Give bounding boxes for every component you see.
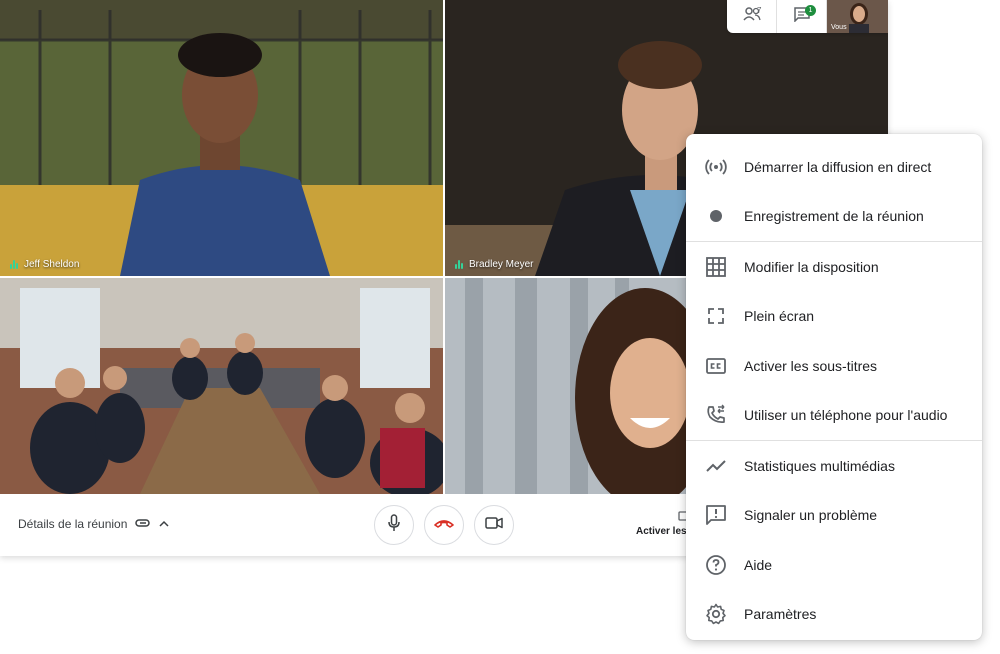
menu-item-report-problem[interactable]: Signaler un problème bbox=[686, 491, 982, 541]
menu-item-label: Statistiques multimédias bbox=[744, 457, 895, 474]
menu-item-label: Démarrer la diffusion en direct bbox=[744, 158, 932, 175]
chat-unread-badge: 1 bbox=[805, 5, 816, 16]
menu-item-change-layout[interactable]: Modifier la disposition bbox=[686, 242, 982, 292]
broadcast-icon bbox=[704, 155, 728, 179]
closed-captions-icon bbox=[704, 354, 728, 378]
menu-item-record[interactable]: Enregistrement de la réunion bbox=[686, 192, 982, 242]
camera-button[interactable] bbox=[474, 505, 514, 545]
menu-item-label: Paramètres bbox=[744, 606, 817, 623]
chat-button[interactable]: 1 bbox=[777, 0, 827, 33]
menu-item-settings[interactable]: Paramètres bbox=[686, 590, 982, 640]
self-view-thumbnail[interactable]: Vous bbox=[827, 0, 888, 33]
settings-icon bbox=[704, 602, 728, 626]
video-feed-jeff bbox=[0, 0, 443, 276]
menu-item-label: Modifier la disposition bbox=[744, 258, 879, 275]
menu-item-label: Plein écran bbox=[744, 308, 815, 325]
hang-up-icon bbox=[434, 516, 454, 534]
participants-button[interactable]: 7 bbox=[727, 0, 777, 33]
report-icon bbox=[704, 503, 728, 527]
meeting-details-button[interactable]: Détails de la réunion bbox=[18, 517, 169, 531]
menu-item-captions[interactable]: Activer les sous-titres bbox=[686, 341, 982, 391]
grid-layout-icon bbox=[704, 255, 728, 279]
menu-item-media-stats[interactable]: Statistiques multimédias bbox=[686, 441, 982, 491]
video-tile-conference-room[interactable] bbox=[0, 278, 443, 494]
menu-item-phone-audio[interactable]: Utiliser un téléphone pour l'audio bbox=[686, 391, 982, 441]
hang-up-button[interactable] bbox=[424, 505, 464, 545]
participant-name-tag: Jeff Sheldon bbox=[10, 259, 79, 270]
self-label: Vous bbox=[831, 24, 847, 31]
microphone-button[interactable] bbox=[374, 505, 414, 545]
menu-item-help[interactable]: Aide bbox=[686, 540, 982, 590]
video-tile-jeff[interactable]: Jeff Sheldon bbox=[0, 0, 443, 276]
video-feed-conference-room bbox=[0, 278, 443, 494]
menu-item-label: Enregistrement de la réunion bbox=[744, 208, 924, 225]
menu-item-live-stream[interactable]: Démarrer la diffusion en direct bbox=[686, 142, 982, 192]
participants-count: 7 bbox=[757, 6, 762, 15]
fullscreen-icon bbox=[704, 304, 728, 328]
participant-name: Jeff Sheldon bbox=[24, 259, 80, 270]
captions-button[interactable]: Activer les bbox=[636, 526, 687, 537]
menu-item-label: Utiliser un téléphone pour l'audio bbox=[744, 407, 948, 424]
participant-name-tag: Bradley Meyer bbox=[455, 259, 533, 270]
participant-name: Bradley Meyer bbox=[469, 259, 534, 270]
help-icon bbox=[704, 553, 728, 577]
stats-icon bbox=[704, 454, 728, 478]
menu-item-label: Activer les sous-titres bbox=[744, 357, 878, 374]
microphone-icon bbox=[387, 513, 401, 537]
meeting-details-label: Détails de la réunion bbox=[18, 517, 128, 531]
audio-level-icon bbox=[10, 260, 18, 269]
more-options-menu: Démarrer la diffusion en direct Enregist… bbox=[686, 134, 982, 640]
meeting-topbar: 7 1 Vous bbox=[727, 0, 888, 33]
record-icon bbox=[704, 204, 728, 228]
phone-icon bbox=[704, 403, 728, 427]
menu-item-label: Aide bbox=[744, 556, 773, 573]
camera-icon bbox=[485, 516, 503, 534]
menu-item-fullscreen[interactable]: Plein écran bbox=[686, 292, 982, 342]
audio-level-icon bbox=[455, 260, 463, 269]
chevron-up-icon bbox=[159, 517, 169, 531]
call-controls bbox=[374, 505, 514, 545]
menu-item-label: Signaler un problème bbox=[744, 507, 878, 524]
attachment-icon bbox=[135, 517, 151, 531]
